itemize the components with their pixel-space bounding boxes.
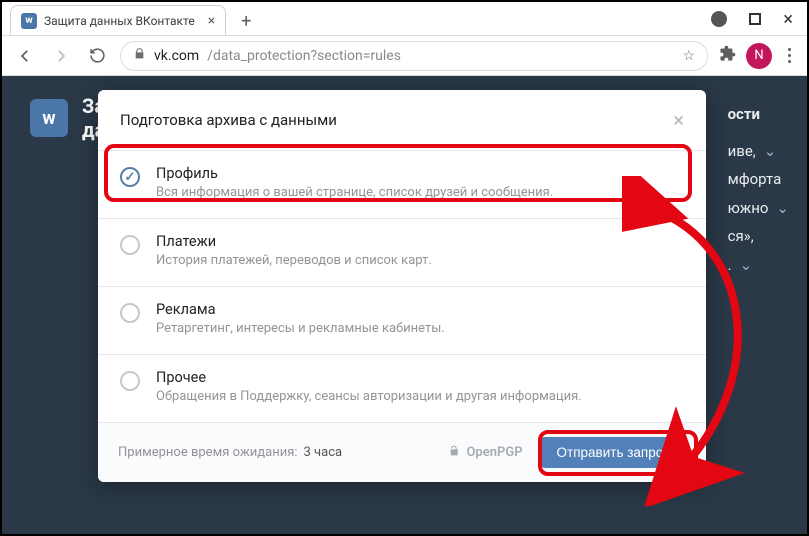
- openpgp-label: OpenPGP: [466, 445, 522, 460]
- radio-icon[interactable]: [120, 371, 140, 391]
- radio-checked-icon[interactable]: [120, 167, 140, 187]
- background-text-peek: ости иве, ⌄ мфорта южно ⌄ ся», . ⌄: [728, 100, 789, 279]
- chevron-down-icon[interactable]: ⌄: [776, 199, 789, 217]
- browser-titlebar: w Защита данных ВКонтакте × + ×: [2, 2, 807, 36]
- url-host: vk.com: [154, 48, 199, 64]
- window-close-icon[interactable]: ×: [783, 9, 793, 30]
- option-title: Профиль: [156, 165, 553, 182]
- tab-close-icon[interactable]: ×: [208, 13, 215, 29]
- page-content: w Защ данн ости иве,⌄ мфорта южно⌄ ся», …: [2, 76, 807, 534]
- browser-tab[interactable]: w Защита данных ВКонтакте ×: [10, 5, 226, 35]
- wait-label: Примерное время ожидания:: [118, 445, 298, 460]
- peek-bold: ости: [728, 100, 789, 129]
- option-desc: Ретаргетинг, интересы и рекламные кабине…: [156, 321, 445, 336]
- modal-title: Подготовка архива с данными: [120, 111, 337, 129]
- peek-line: .: [728, 256, 732, 274]
- option-title: Реклама: [156, 301, 445, 318]
- address-bar[interactable]: vk.com/data_protection?section=rules ☆: [120, 41, 708, 71]
- maximize-icon[interactable]: [749, 13, 761, 25]
- bookmark-star-icon[interactable]: ☆: [682, 48, 695, 64]
- option-title: Прочее: [156, 369, 582, 386]
- openpgp-toggle[interactable]: OpenPGP: [448, 444, 522, 461]
- extensions-icon[interactable]: [718, 45, 736, 66]
- lock-icon: [133, 47, 146, 64]
- option-profile[interactable]: Профиль Вся информация о вашей странице,…: [98, 151, 706, 219]
- vk-logo-icon: w: [30, 99, 68, 137]
- option-desc: Обращения в Поддержку, сеансы авторизаци…: [156, 389, 582, 404]
- reload-button[interactable]: [84, 43, 110, 69]
- peek-line: ся»,: [728, 227, 754, 245]
- chevron-down-icon[interactable]: ⌄: [764, 142, 777, 160]
- modal-footer: Примерное время ожидания: 3 часа OpenPGP…: [98, 423, 706, 482]
- option-payments[interactable]: Платежи История платежей, переводов и сп…: [98, 219, 706, 287]
- minimize-icon[interactable]: [711, 11, 727, 27]
- browser-menu-icon[interactable]: [782, 48, 797, 63]
- modal-header: Подготовка архива с данными ×: [98, 90, 706, 151]
- lock-open-icon: [448, 444, 461, 461]
- peek-line: иве,: [728, 142, 756, 160]
- new-tab-button[interactable]: +: [232, 7, 260, 35]
- modal-close-icon[interactable]: ×: [673, 108, 684, 132]
- profile-avatar[interactable]: N: [746, 43, 772, 69]
- forward-button[interactable]: [48, 43, 74, 69]
- vk-favicon: w: [21, 13, 37, 29]
- tab-title: Защита данных ВКонтакте: [44, 14, 195, 28]
- peek-line: мфорта: [728, 170, 782, 188]
- wait-value: 3 часа: [304, 445, 343, 460]
- archive-modal: Подготовка архива с данными × Профиль Вс…: [98, 90, 706, 482]
- option-desc: История платежей, переводов и список кар…: [156, 253, 432, 268]
- back-button[interactable]: [12, 43, 38, 69]
- chevron-down-icon[interactable]: ⌄: [740, 256, 753, 274]
- browser-toolbar: vk.com/data_protection?section=rules ☆ N: [2, 36, 807, 76]
- send-request-button[interactable]: Отправить запрос: [541, 437, 686, 468]
- option-title: Платежи: [156, 233, 432, 250]
- radio-icon[interactable]: [120, 235, 140, 255]
- url-path: /data_protection?section=rules: [207, 48, 401, 64]
- option-desc: Вся информация о вашей странице, список …: [156, 185, 553, 200]
- option-ads[interactable]: Реклама Ретаргетинг, интересы и рекламны…: [98, 287, 706, 355]
- peek-line: южно: [728, 199, 769, 217]
- option-other[interactable]: Прочее Обращения в Поддержку, сеансы авт…: [98, 355, 706, 423]
- radio-icon[interactable]: [120, 303, 140, 323]
